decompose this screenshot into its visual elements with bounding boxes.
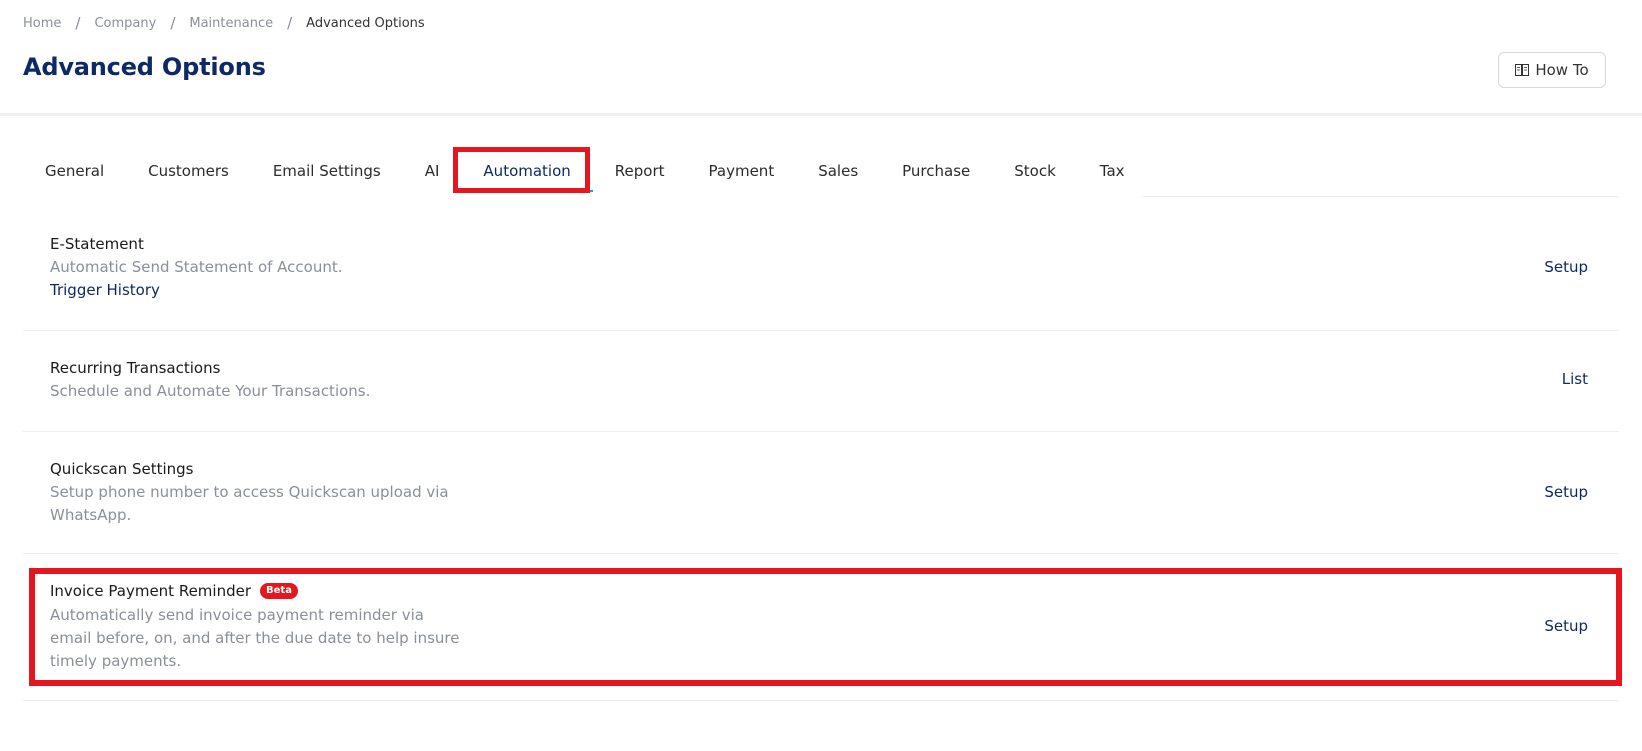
tab-divider <box>1142 196 1619 197</box>
breadcrumb-maintenance[interactable]: Maintenance <box>189 16 273 31</box>
row-description: Automatically send invoice payment remin… <box>50 606 460 670</box>
row-description: Setup phone number to access Quickscan u… <box>50 483 449 524</box>
row-title: Quickscan Settings <box>50 460 194 478</box>
tab-report[interactable]: Report <box>593 146 687 196</box>
row-description: Schedule and Automate Your Transactions. <box>50 382 371 400</box>
setup-button[interactable]: Setup <box>1544 617 1588 635</box>
breadcrumb-separator: / <box>75 14 81 32</box>
breadcrumb-company[interactable]: Company <box>94 16 156 31</box>
page-header: Home / Company / Maintenance / Advanced … <box>0 0 1642 116</box>
tab-stock[interactable]: Stock <box>992 146 1078 196</box>
beta-badge: Beta <box>260 583 298 599</box>
book-icon <box>1515 64 1530 76</box>
breadcrumb: Home / Company / Maintenance / Advanced … <box>23 14 425 32</box>
row-description: Automatic Send Statement of Account. <box>50 258 343 276</box>
row-title: Recurring Transactions <box>50 359 221 377</box>
breadcrumb-home[interactable]: Home <box>23 16 61 31</box>
setting-row-e-statement: E-Statement Automatic Send Statement of … <box>23 220 1619 331</box>
tab-ai[interactable]: AI <box>403 146 462 196</box>
trigger-history-link[interactable]: Trigger History <box>50 281 160 299</box>
tab-email-settings[interactable]: Email Settings <box>251 146 403 196</box>
row-title: Invoice Payment Reminder Beta <box>50 582 298 600</box>
tab-tax[interactable]: Tax <box>1078 146 1147 196</box>
tab-customers[interactable]: Customers <box>126 146 251 196</box>
row-title-text: Invoice Payment Reminder <box>50 582 252 600</box>
tab-automation[interactable]: Automation <box>461 146 594 196</box>
tab-purchase[interactable]: Purchase <box>880 146 992 196</box>
setting-row-quickscan: Quickscan Settings Setup phone number to… <box>23 432 1619 554</box>
tab-payment[interactable]: Payment <box>687 146 797 196</box>
list-button[interactable]: List <box>1562 370 1588 388</box>
page-title: Advanced Options <box>23 53 266 81</box>
how-to-button[interactable]: How To <box>1498 52 1606 88</box>
breadcrumb-separator: / <box>170 14 176 32</box>
setting-row-invoice-payment-reminder: Invoice Payment Reminder Beta Automatica… <box>23 554 1619 701</box>
row-title: E-Statement <box>50 235 144 253</box>
tab-general[interactable]: General <box>23 146 126 196</box>
breadcrumb-current: Advanced Options <box>306 15 425 31</box>
tab-sales[interactable]: Sales <box>796 146 880 196</box>
setting-row-recurring-transactions: Recurring Transactions Schedule and Auto… <box>23 331 1619 432</box>
breadcrumb-separator: / <box>287 14 293 32</box>
how-to-label: How To <box>1535 61 1589 79</box>
tab-bar: General Customers Email Settings AI Auto… <box>23 146 1147 198</box>
setup-button[interactable]: Setup <box>1544 258 1588 276</box>
setup-button[interactable]: Setup <box>1544 483 1588 501</box>
